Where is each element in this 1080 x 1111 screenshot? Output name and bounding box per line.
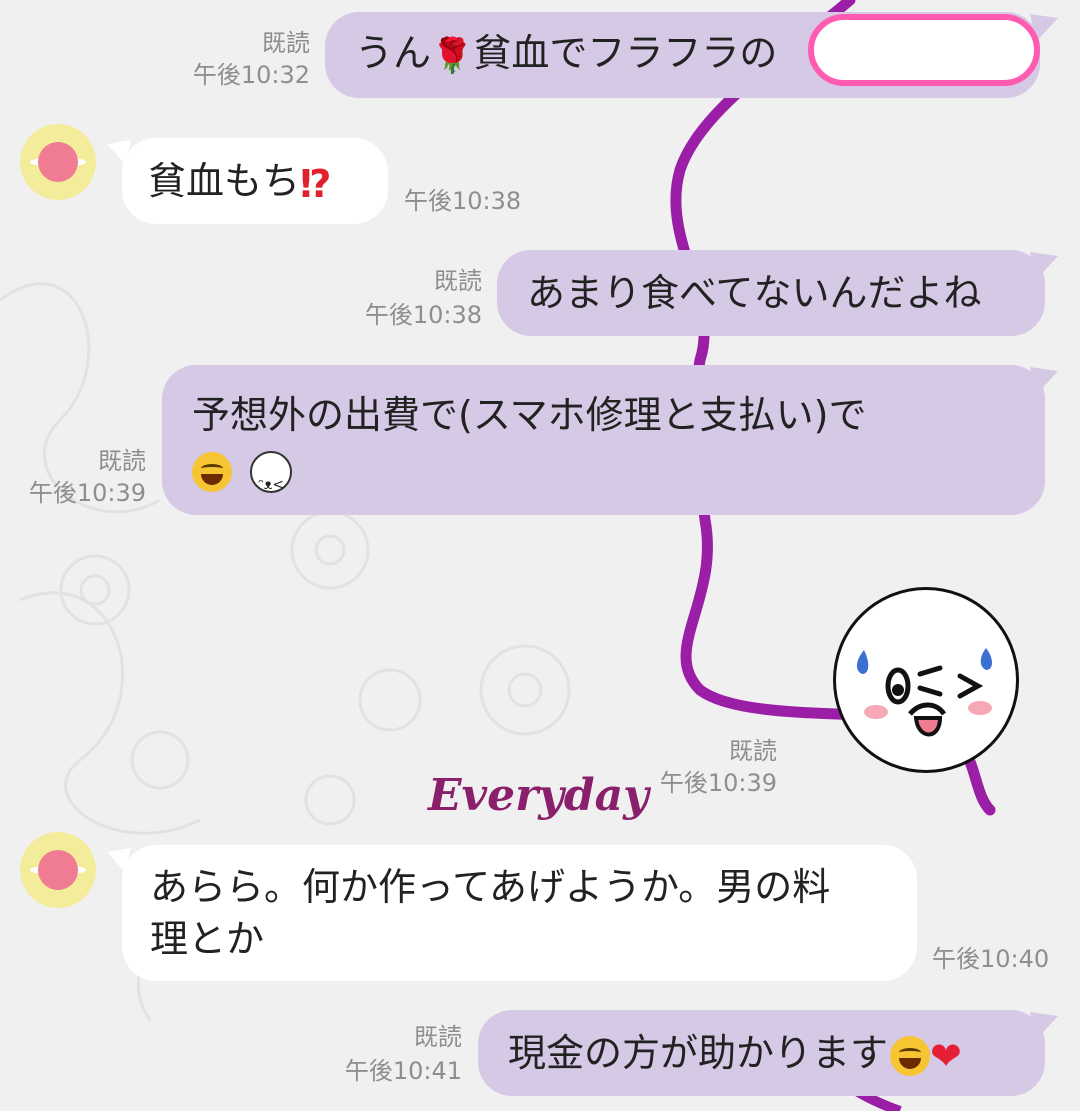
heart-icon: ❤	[930, 1033, 962, 1078]
outgoing-message-bubble[interactable]: 予想外の出費で(スマホ修理と支払い)で	[162, 365, 1045, 515]
read-receipt: 既読	[729, 737, 777, 765]
timestamp: 午後10:39	[659, 769, 777, 797]
laughing-tears-emoji-icon	[890, 1035, 931, 1076]
bubble-tail	[1030, 367, 1058, 395]
moon-wink-sticker[interactable]	[833, 587, 1019, 773]
read-receipt: 既読	[414, 1023, 462, 1051]
read-receipt: 既読	[262, 29, 310, 57]
planet-icon	[38, 850, 78, 890]
timestamp: 午後10:41	[344, 1057, 462, 1085]
timestamp: 午後10:38	[404, 187, 522, 215]
planet-icon	[38, 142, 78, 182]
interrobang-icon: ⁉	[300, 161, 332, 206]
avatar[interactable]	[20, 832, 96, 908]
laughing-tears-emoji-icon	[192, 451, 232, 492]
redaction-mark	[808, 14, 1040, 86]
timestamp: 午後10:40	[932, 945, 1050, 973]
read-receipt: 既読	[98, 447, 146, 475]
bubble-tail	[1030, 1012, 1058, 1040]
incoming-message-bubble[interactable]: 貧血もち⁉	[122, 138, 388, 224]
avatar[interactable]	[20, 124, 96, 200]
timestamp: 午後10:39	[28, 479, 146, 507]
outgoing-message-bubble[interactable]: 現金の方が助かります ❤	[478, 1010, 1045, 1096]
timestamp: 午後10:38	[364, 301, 482, 329]
outgoing-message-bubble[interactable]: あまり食べてないんだよね	[497, 250, 1045, 336]
moon-wink-emoji-icon	[250, 450, 293, 509]
bubble-tail	[1030, 252, 1058, 280]
timestamp: 午後10:32	[192, 61, 310, 89]
moon-face-icon	[856, 648, 992, 737]
rose-icon: 🌹	[431, 35, 474, 76]
read-receipt: 既読	[434, 267, 482, 295]
incoming-message-bubble[interactable]: あらら。何か作ってあげようか。男の料 理とか	[122, 845, 917, 981]
